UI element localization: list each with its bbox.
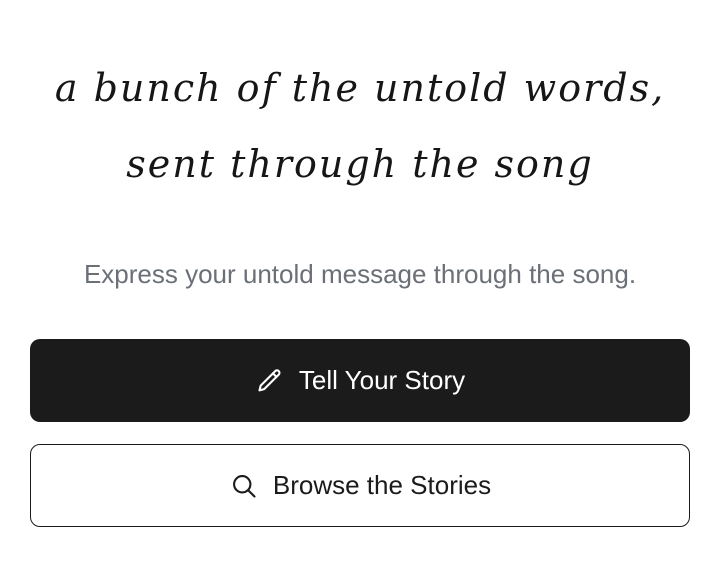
hero-title: a bunch of the untold words, sent throug… bbox=[0, 50, 720, 202]
page: a bunch of the untold words, sent throug… bbox=[0, 0, 720, 577]
hero-line-2: sent through the song bbox=[126, 142, 594, 186]
browse-stories-button[interactable]: Browse the Stories bbox=[30, 444, 690, 527]
browse-stories-label: Browse the Stories bbox=[272, 470, 492, 500]
search-icon bbox=[229, 471, 259, 501]
subtitle: Express your untold message through the … bbox=[83, 259, 637, 289]
pencil-icon bbox=[255, 366, 285, 396]
tell-your-story-button[interactable]: Tell Your Story bbox=[30, 339, 690, 422]
tell-your-story-label: Tell Your Story bbox=[298, 365, 466, 395]
hero-line-1: a bunch of the untold words, bbox=[54, 66, 666, 110]
